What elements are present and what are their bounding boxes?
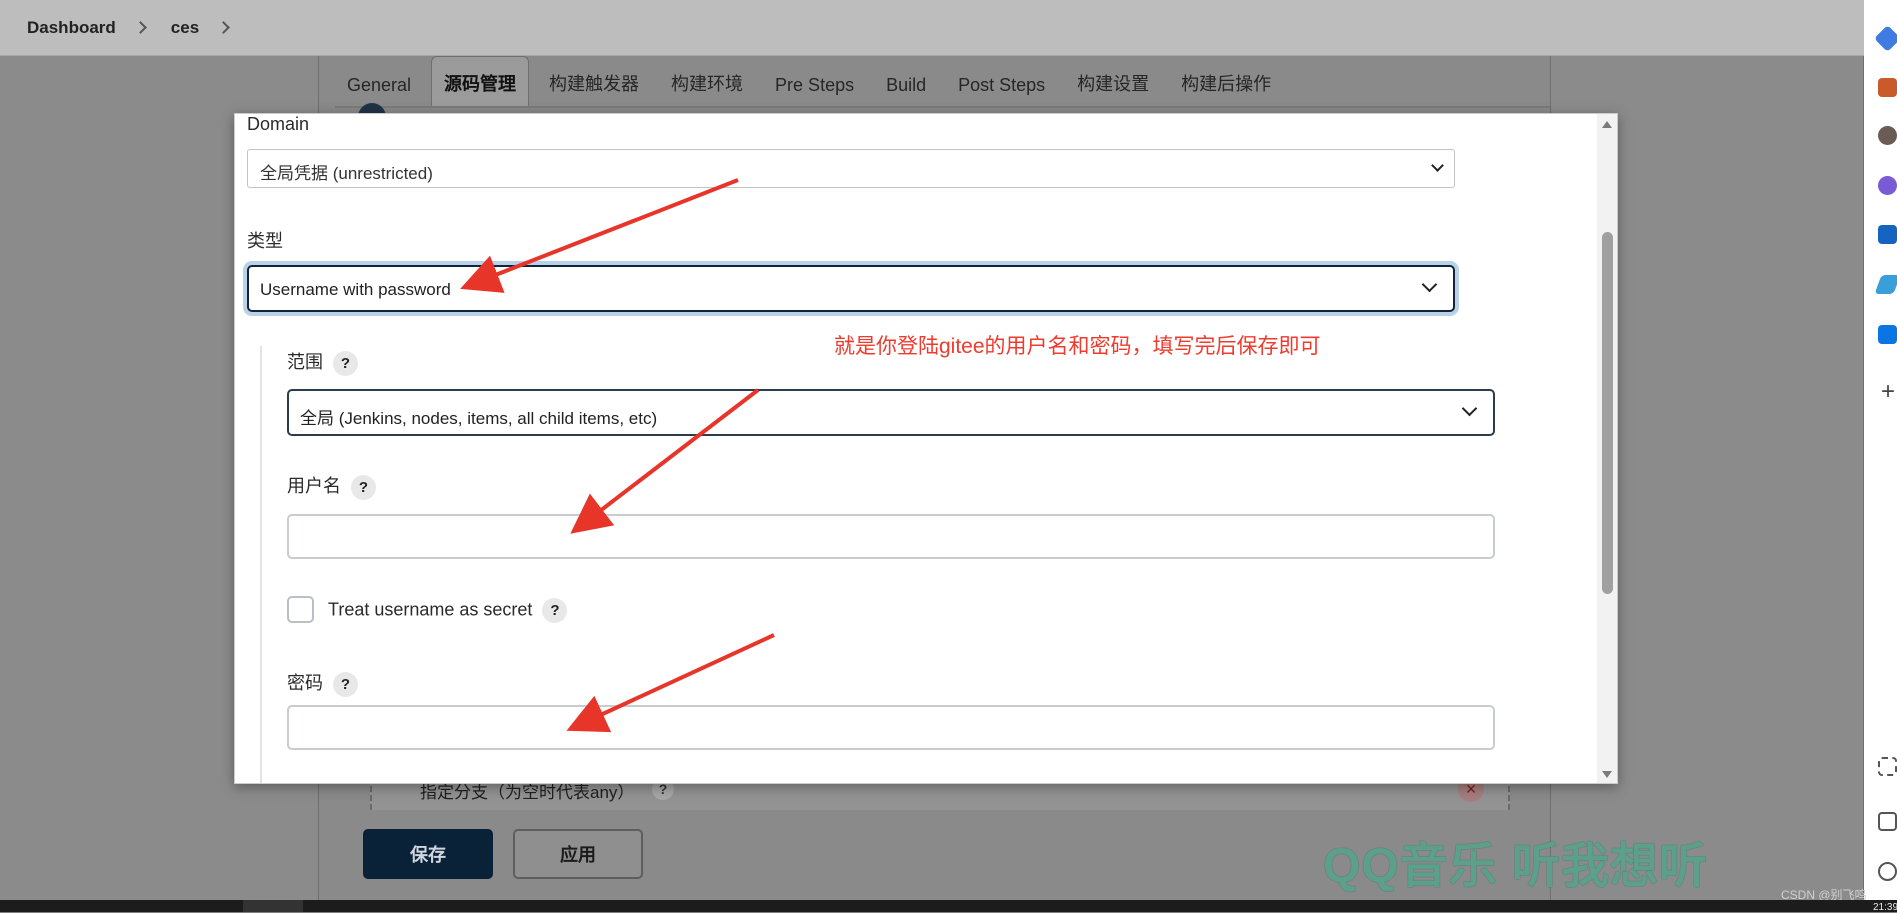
scope-select[interactable]: 全局 (Jenkins, nodes, items, all child ite… (287, 389, 1495, 436)
scroll-up-icon[interactable] (1602, 121, 1612, 128)
toolbox-icon[interactable] (1878, 78, 1897, 97)
tab-pre-steps[interactable]: Pre Steps (763, 75, 866, 106)
username-input[interactable] (287, 514, 1495, 559)
help-icon[interactable]: ? (333, 671, 358, 697)
password-input[interactable] (287, 705, 1495, 750)
telegram-icon[interactable] (1874, 275, 1897, 294)
bing-icon[interactable] (1874, 25, 1897, 52)
dialog-body: Domain 全局凭据 (unrestricted) 类型 Username w… (235, 114, 1617, 783)
nested-section-rule (260, 346, 262, 783)
scope-label-row: 范围? (287, 348, 358, 376)
breadcrumb-dashboard[interactable]: Dashboard (27, 18, 116, 38)
chevron-right-icon (133, 21, 147, 34)
password-label-row: 密码? (287, 669, 358, 697)
config-tabs: General 源码管理 构建触发器 构建环境 Pre Steps Build … (335, 56, 1283, 106)
gear-icon[interactable] (1878, 862, 1897, 881)
breadcrumb-ces[interactable]: ces (171, 18, 199, 38)
screenshot-icon[interactable] (1878, 757, 1897, 776)
tab-build-settings[interactable]: 构建设置 (1065, 70, 1161, 106)
help-icon[interactable]: ? (333, 350, 358, 376)
treat-username-secret-checkbox[interactable] (287, 596, 314, 623)
tab-build[interactable]: Build (874, 75, 938, 106)
branch-specifier-label: 指定分支（为空时代表any） (420, 783, 635, 802)
help-icon[interactable]: ? (351, 474, 376, 500)
copilot-icon[interactable] (1878, 176, 1897, 195)
password-label: 密码 (287, 673, 323, 693)
kind-select[interactable]: Username with password (247, 265, 1455, 312)
domain-select[interactable]: 全局凭据 (unrestricted) (247, 149, 1455, 188)
people-icon[interactable] (1878, 126, 1897, 145)
username-label: 用户名 (287, 476, 341, 496)
external-link-icon[interactable] (1878, 812, 1897, 831)
plus-icon[interactable]: + (1881, 380, 1895, 404)
outlook-icon[interactable] (1878, 225, 1897, 244)
red-annotation-text: 就是你登陆gitee的用户名和密码，填写完后保存即可 (834, 335, 1321, 358)
annotation-arrows (460, 178, 775, 733)
chevron-down-icon (1461, 400, 1478, 417)
treat-secret-label[interactable]: Treat username as secret (328, 599, 532, 619)
chevron-down-icon (1431, 159, 1444, 172)
tab-post-build-actions[interactable]: 构建后操作 (1169, 70, 1283, 106)
kind-select-value: Username with password (260, 280, 451, 299)
tab-source-control[interactable]: 源码管理 (431, 56, 530, 106)
dialog-scrollbar[interactable] (1597, 114, 1617, 783)
tab-general[interactable]: General (335, 75, 423, 106)
chevron-down-icon (1421, 276, 1438, 293)
username-label-row: 用户名? (287, 472, 376, 500)
chevron-right-icon[interactable] (217, 21, 231, 34)
tab-build-environment[interactable]: 构建环境 (659, 70, 755, 106)
taskbar-app-button[interactable] (243, 900, 303, 912)
system-clock: 21:39 (1873, 902, 1897, 913)
taskbar (0, 900, 1897, 912)
qq-music-watermark: QQ音乐 听我想听 (1323, 840, 1709, 893)
type-label: 类型 (247, 231, 283, 251)
scope-select-value: 全局 (Jenkins, nodes, items, all child ite… (300, 409, 658, 428)
scroll-down-icon[interactable] (1602, 771, 1612, 778)
tab-build-triggers[interactable]: 构建触发器 (537, 70, 651, 106)
apply-button[interactable]: 应用 (513, 829, 643, 879)
zhihu-icon[interactable] (1878, 325, 1897, 344)
tab-divider (335, 106, 1550, 108)
treat-secret-label-row: Treat username as secret? (328, 598, 568, 623)
breadcrumb: Dashboard ces (0, 0, 1864, 56)
domain-label: Domain (247, 114, 310, 134)
scope-label: 范围 (287, 352, 323, 372)
browser-right-sidebar: + (1864, 0, 1897, 900)
help-icon[interactable]: ? (542, 598, 568, 623)
tab-post-steps[interactable]: Post Steps (946, 75, 1057, 106)
scroll-thumb[interactable] (1602, 232, 1613, 594)
add-credentials-dialog: Domain 全局凭据 (unrestricted) 类型 Username w… (234, 113, 1618, 784)
save-button[interactable]: 保存 (363, 829, 493, 879)
domain-select-value: 全局凭据 (unrestricted) (260, 164, 433, 183)
